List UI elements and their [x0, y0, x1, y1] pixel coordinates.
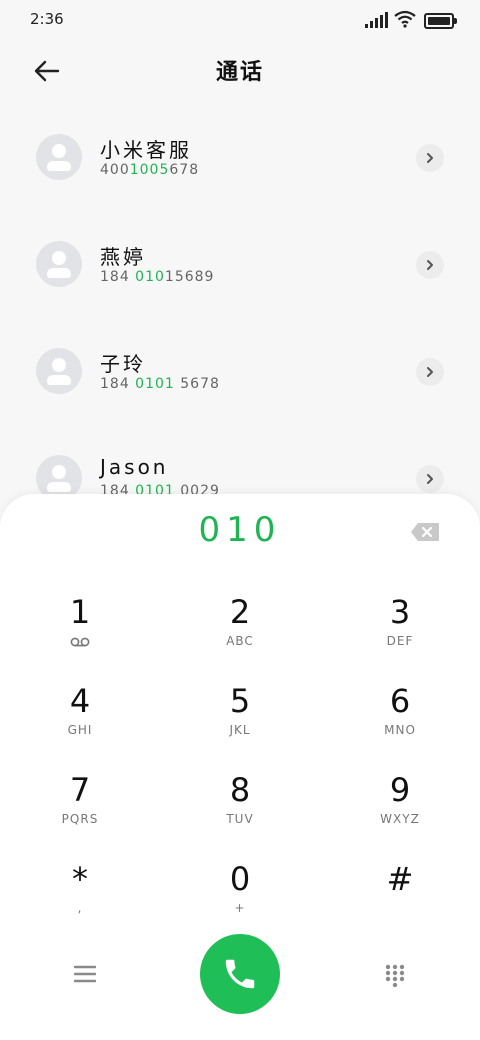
phone-icon — [225, 959, 255, 989]
contact-number: 184 01015689 — [100, 269, 215, 285]
key-2[interactable]: 2 ABC — [180, 592, 300, 672]
contact-name: 子玲 — [100, 352, 146, 376]
key-star[interactable]: * , — [20, 859, 140, 939]
chevron-right-icon[interactable] — [416, 144, 444, 172]
avatar — [36, 348, 82, 394]
contact-number: 4001005678 — [100, 162, 200, 178]
key-hash[interactable]: # — [340, 859, 460, 939]
avatar — [36, 134, 82, 180]
key-6[interactable]: 6 MNO — [340, 681, 460, 761]
status-time: 2:36 — [30, 10, 64, 28]
key-9[interactable]: 9 WXYZ — [340, 770, 460, 850]
dialpad-toggle-icon[interactable] — [384, 963, 406, 987]
chevron-right-icon[interactable] — [416, 358, 444, 386]
backspace-icon[interactable] — [410, 522, 440, 542]
key-0[interactable]: 0 + — [180, 859, 300, 939]
page-title: 通话 — [215, 60, 264, 85]
menu-icon[interactable] — [74, 964, 96, 984]
key-3[interactable]: 3 DEF — [340, 592, 460, 672]
status-bar: 2:36 — [0, 0, 480, 40]
contact-name: 小米客服 — [100, 138, 192, 162]
contact-row[interactable]: 燕婷 184 01015689 — [0, 211, 480, 318]
chevron-right-icon[interactable] — [416, 251, 444, 279]
contact-name: 燕婷 — [100, 245, 146, 269]
contact-name: Jason — [100, 455, 169, 479]
contact-row[interactable]: 子玲 184 0101 5678 — [0, 318, 480, 425]
dialpad-actions — [0, 934, 480, 1024]
contact-list: 小米客服 4001005678 燕婷 184 01015689 子玲 184 0… — [0, 104, 480, 532]
key-5[interactable]: 5 JKL — [180, 681, 300, 761]
avatar — [36, 241, 82, 287]
key-4[interactable]: 4 GHI — [20, 681, 140, 761]
call-button[interactable] — [200, 934, 280, 1014]
voicemail-icon — [70, 637, 90, 647]
battery-icon — [424, 13, 457, 29]
dialpad-sheet: 010 1 2 ABC 3 DEF 4 GHI 5 JKL 6 MNO 7 PQ… — [0, 494, 480, 1040]
contact-number: 184 0101 5678 — [100, 376, 220, 392]
key-1[interactable]: 1 — [20, 592, 140, 672]
contact-row[interactable]: 小米客服 4001005678 — [0, 104, 480, 211]
signal-icon — [365, 12, 388, 28]
chevron-right-icon[interactable] — [416, 465, 444, 493]
header: 通话 — [0, 40, 480, 100]
dialed-number: 010 — [198, 510, 282, 550]
wifi-icon — [394, 10, 416, 28]
key-7[interactable]: 7 PQRS — [20, 770, 140, 850]
key-8[interactable]: 8 TUV — [180, 770, 300, 850]
